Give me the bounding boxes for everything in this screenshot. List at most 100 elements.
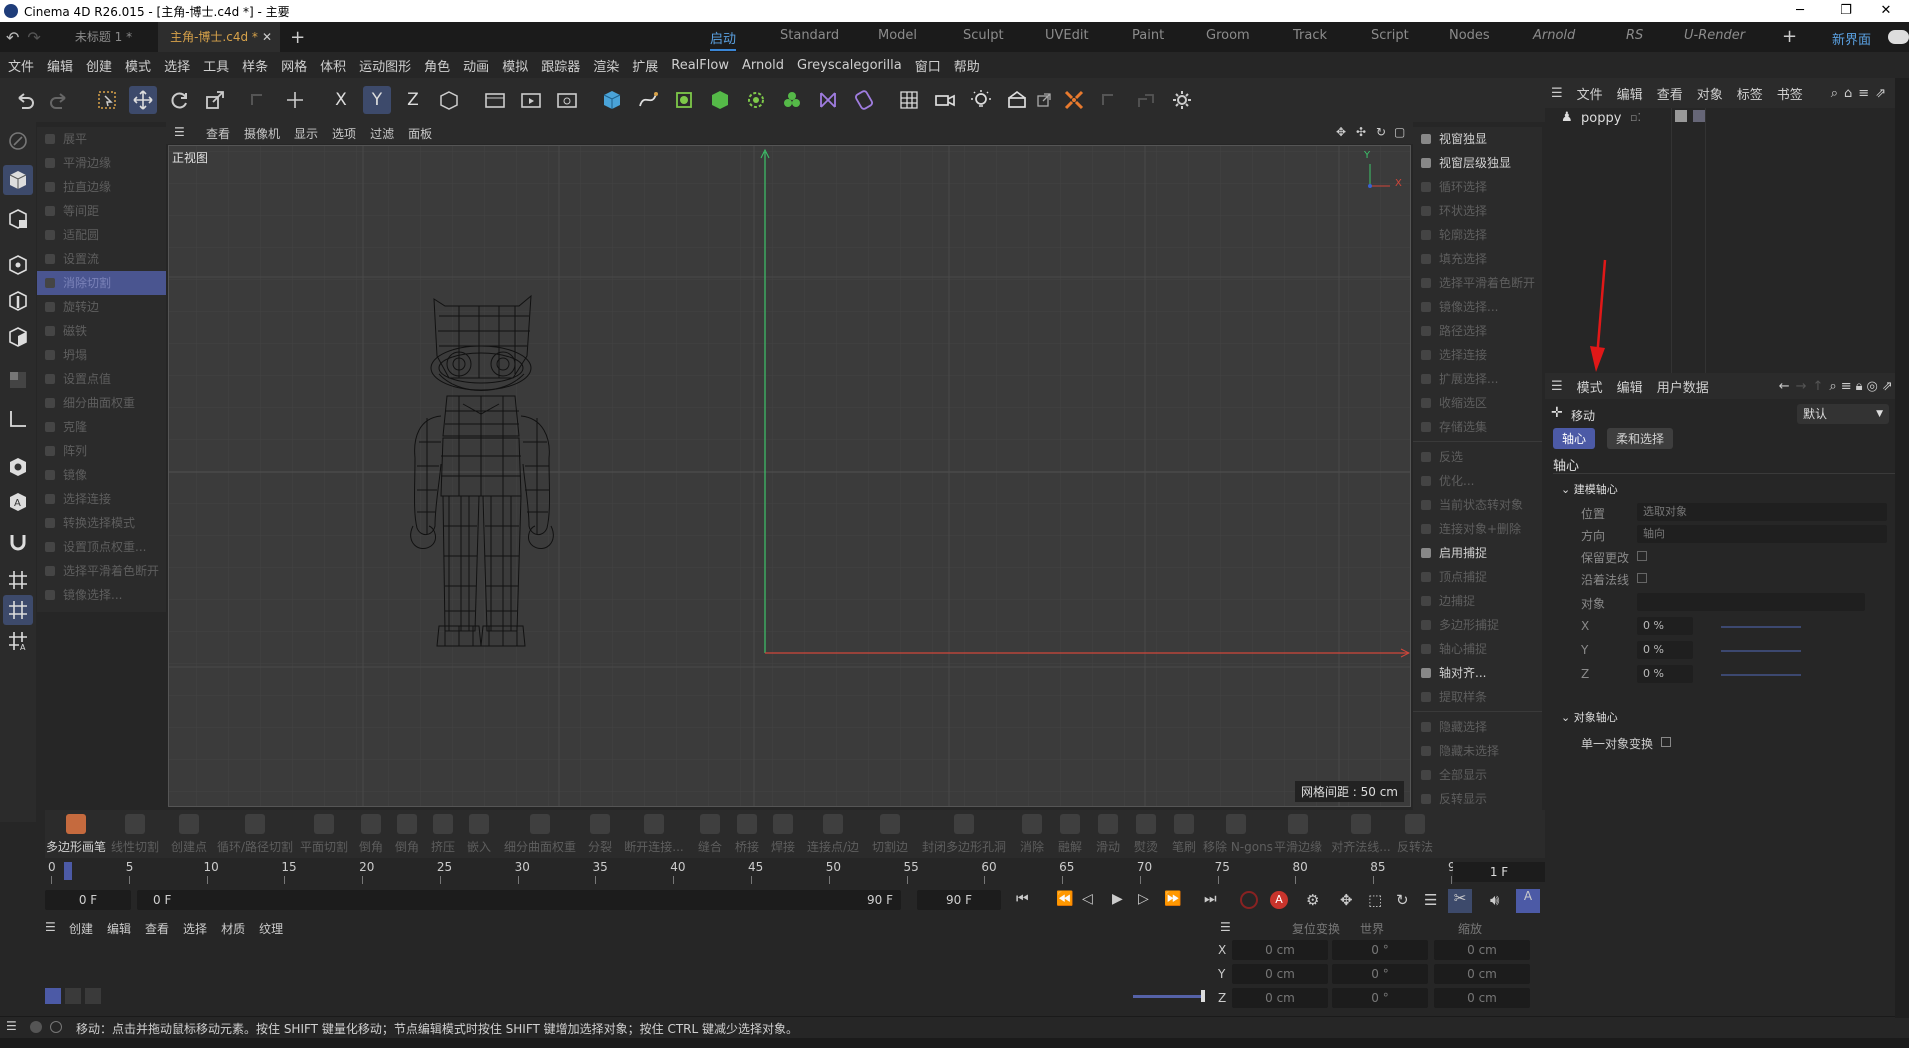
menu-tools[interactable]: 工具 (203, 56, 229, 75)
layout-tab-uvedit[interactable]: UVEdit (1045, 28, 1089, 43)
coord-rot-field[interactable]: 0 ° (1332, 988, 1428, 1008)
cmd-optimize[interactable]: 优化... (1413, 469, 1542, 493)
menu-tracker[interactable]: 跟踪器 (541, 56, 580, 75)
group-modeling-axis[interactable]: ⌄ 建模轴心 (1561, 481, 1618, 497)
cmd-outline-selection[interactable]: 轮廓选择 (1413, 223, 1542, 247)
undo-icon[interactable] (10, 86, 38, 114)
cmd-viewport-hierarchy-solo[interactable]: 视窗层级独显 (1413, 151, 1542, 175)
vp-menu-options[interactable]: 选项 (332, 125, 356, 142)
along-normal-checkbox[interactable] (1637, 573, 1647, 583)
cmd-invert[interactable]: 反选 (1413, 445, 1542, 469)
menu-create[interactable]: 创建 (86, 56, 112, 75)
cmd-array[interactable]: 阵列 (37, 439, 166, 463)
y-field[interactable]: 0 % (1637, 641, 1693, 659)
modeling-tool-12[interactable]: 缝合 (691, 810, 729, 858)
attr-menu-icon[interactable]: ☰ (1551, 379, 1563, 394)
doc-tab-untitled[interactable]: 未标题 1 * (63, 22, 144, 52)
timeline-ruler[interactable]: 051015202530354045505560657075808590 1 F (45, 858, 1545, 886)
polygon-mode-icon[interactable] (3, 322, 33, 352)
cmd-grow-selection[interactable]: 扩展选择... (1413, 367, 1542, 391)
render-picture-viewer-icon[interactable] (517, 86, 545, 114)
environment-icon[interactable] (1003, 86, 1031, 114)
large-view-icon[interactable] (85, 988, 101, 1004)
grid-icon[interactable] (3, 565, 33, 595)
cmd-polygon-snap[interactable]: 多边形捕捉 (1413, 613, 1542, 637)
redo-icon[interactable]: ↷ (27, 28, 40, 47)
menu-help[interactable]: 帮助 (954, 56, 980, 75)
cmd-loop-selection[interactable]: 循环选择 (1413, 175, 1542, 199)
workplane-icon[interactable] (1096, 86, 1124, 114)
tag-icon[interactable] (850, 86, 878, 114)
cmd-unhide-all[interactable]: 全部显示 (1413, 763, 1542, 787)
menu-animate[interactable]: 动画 (463, 56, 489, 75)
point-mode-icon[interactable] (3, 250, 33, 280)
axis-move-icon[interactable] (281, 86, 309, 114)
tab-soft-selection[interactable]: 柔和选择 (1607, 428, 1674, 449)
transform-icon[interactable] (245, 86, 273, 114)
viewport-menu-icon[interactable]: ☰ (174, 125, 185, 139)
magnet-snap-icon[interactable] (3, 527, 33, 557)
menu-select[interactable]: 选择 (164, 56, 190, 75)
layout-tab-startup[interactable]: 启动 (710, 28, 737, 51)
cmd-select-phong-break[interactable]: 选择平滑着色断开 (37, 559, 166, 583)
scale-tool-icon[interactable] (201, 86, 229, 114)
mat-menu-select[interactable]: 选择 (183, 920, 207, 937)
new-layout-button[interactable]: 新界面 (1832, 29, 1871, 48)
prev-key-icon[interactable]: ⏪ (1056, 891, 1073, 907)
cmd-fit-circle[interactable]: 适配圆 (37, 223, 166, 247)
cmd-clone[interactable]: 克隆 (37, 415, 166, 439)
attr-menu-edit[interactable]: 编辑 (1617, 377, 1643, 396)
keep-changes-checkbox[interactable] (1637, 551, 1647, 561)
layout-tab-sculpt[interactable]: Sculpt (963, 28, 1004, 43)
cmd-smooth-edge[interactable]: 平滑边缘 (37, 151, 166, 175)
cmd-straighten-edge[interactable]: 拉直边缘 (37, 175, 166, 199)
filter-icon[interactable]: ≡ (1841, 379, 1852, 394)
rotate-view-icon[interactable]: ↻ (1376, 125, 1386, 139)
cmd-set-flow[interactable]: 设置流 (37, 247, 166, 271)
cmd-select-phong-break-r[interactable]: 选择平滑着色断开 (1413, 271, 1542, 295)
undo-icon[interactable]: ↶ (6, 28, 19, 47)
timeline-mode-icon[interactable]: A (1516, 889, 1540, 913)
rotate-tool-icon[interactable] (165, 86, 193, 114)
modeling-tool-1[interactable]: 线性切割 (107, 810, 163, 858)
menu-file[interactable]: 文件 (8, 56, 34, 75)
cloner-icon[interactable] (742, 86, 770, 114)
close-window-button[interactable]: ✕ (1863, 0, 1909, 22)
menu-arnold[interactable]: Arnold (742, 58, 784, 73)
auto-key-icon[interactable]: A (1270, 891, 1288, 909)
move-view-icon[interactable]: ✣ (1356, 125, 1366, 139)
z-field[interactable]: 0 % (1637, 665, 1693, 683)
cmd-connect-delete[interactable]: 连接对象+删除 (1413, 517, 1542, 541)
modeling-tool-15[interactable]: 连接点/边 (801, 810, 865, 858)
cmd-select-connected[interactable]: 选择连接 (37, 487, 166, 511)
edge-mode-icon[interactable] (3, 286, 33, 316)
uv-mode-icon[interactable] (3, 365, 33, 395)
attr-menu-mode[interactable]: 模式 (1577, 377, 1603, 396)
cmd-axis-snap[interactable]: 轴心捕捉 (1413, 637, 1542, 661)
lock-icon[interactable]: 🔒︎ (1856, 379, 1863, 394)
menu-window[interactable]: 窗口 (915, 56, 941, 75)
cmd-select-connected-r[interactable]: 选择连接 (1413, 343, 1542, 367)
layout-tab-paint[interactable]: Paint (1132, 28, 1164, 43)
cmd-enable-snap[interactable]: 启用捕捉 (1413, 541, 1542, 565)
cmd-hide-unselected[interactable]: 隐藏未选择 (1413, 739, 1542, 763)
cmd-subdivision-weight[interactable]: 细分曲面权重 (37, 391, 166, 415)
live-selection-icon[interactable] (93, 86, 121, 114)
modeling-tool-9[interactable]: 细分曲面权重 (497, 810, 583, 858)
next-frame-icon[interactable]: ▷ (1138, 891, 1149, 907)
direction-dropdown[interactable]: 轴向 (1637, 525, 1887, 543)
modeling-tool-11[interactable]: 断开连接... (617, 810, 691, 858)
play-icon[interactable]: ▶ (1112, 891, 1123, 907)
modeling-tool-23[interactable]: 移除 N-gons (1203, 810, 1273, 858)
cmd-magnet[interactable]: 磁铁 (37, 319, 166, 343)
cmd-equal-distance[interactable]: 等间距 (37, 199, 166, 223)
cmd-rotate-edge[interactable]: 旋转边 (37, 295, 166, 319)
group-object-axis[interactable]: ⌄ 对象轴心 (1561, 709, 1618, 725)
om-menu-tags[interactable]: 标签 (1737, 84, 1763, 103)
key-scale-icon[interactable]: ⬚ (1368, 891, 1382, 909)
visibility-dots-icon[interactable]: ▫⁚ (1630, 111, 1641, 124)
world-dropdown[interactable]: 世界 (1360, 920, 1384, 937)
om-menu-file[interactable]: 文件 (1577, 84, 1603, 103)
mograph-icon[interactable] (778, 86, 806, 114)
menu-character[interactable]: 角色 (424, 56, 450, 75)
